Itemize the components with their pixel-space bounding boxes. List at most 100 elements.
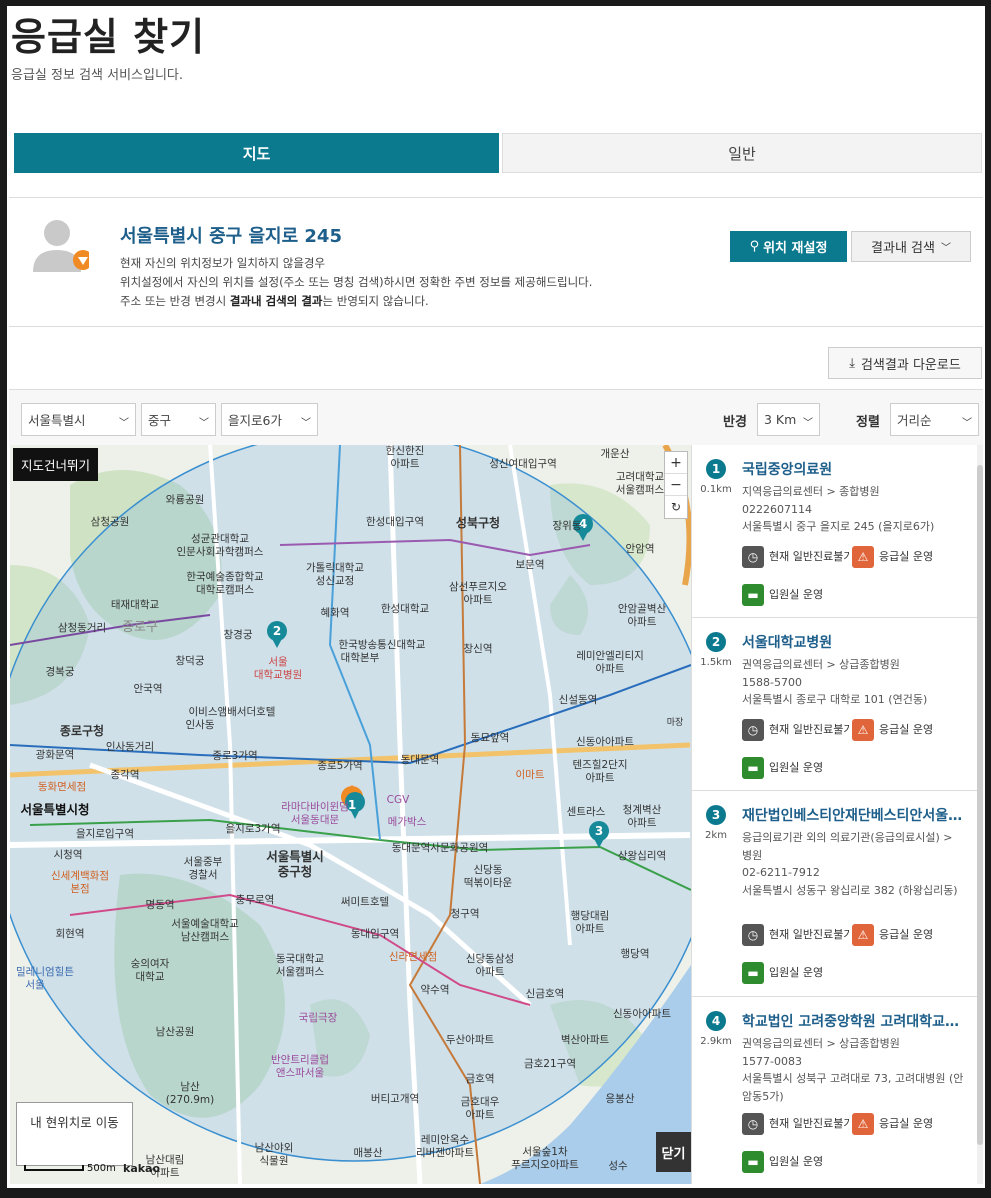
map-label: 동화면세점 bbox=[38, 781, 86, 793]
map-label: 밀레니엄힐튼 bbox=[16, 965, 74, 978]
dong-select[interactable]: 을지로6가 ﹀ bbox=[221, 403, 318, 436]
scrollbar-thumb[interactable] bbox=[977, 465, 983, 1145]
status-er: 응급실 운영 bbox=[879, 928, 934, 941]
map-label: 한국방송통신대학교 bbox=[339, 639, 426, 651]
map-label: 동대입구역 bbox=[351, 927, 399, 940]
map-label: 서울동대문 bbox=[291, 814, 340, 826]
map-label: 행당역 bbox=[621, 948, 650, 960]
city-select[interactable]: 서울특별시 ﹀ bbox=[21, 403, 136, 436]
map-canvas[interactable]: 1 2 3 4 한신한진 아파트 성신여대입구역 개운산 고려대학교 서울캠퍼스… bbox=[10, 445, 691, 1184]
map-label: 아파트 bbox=[464, 594, 493, 606]
status-er: 응급실 운영 bbox=[879, 723, 934, 736]
kakao-logo: kakao bbox=[123, 1162, 161, 1175]
map-label: 신설동역 bbox=[559, 694, 598, 706]
map-label: 동국대학교 bbox=[276, 953, 325, 965]
map-label: 응봉산 bbox=[606, 1093, 635, 1105]
map-label: 장위동 bbox=[553, 519, 582, 532]
radius-value: 3 Km bbox=[764, 412, 797, 427]
dong-value: 을지로6가 bbox=[228, 413, 282, 428]
skip-map-button[interactable]: 지도건너뛰기 bbox=[13, 448, 99, 481]
list-item[interactable]: 3 2km 재단법인베스티안재단베스티안서울병원 응급의료기관 외의 의료기관(… bbox=[692, 791, 983, 997]
status-general: 현재 일반진료불가 bbox=[769, 550, 849, 563]
list-item[interactable]: 1 0.1km 국립중앙의료원 지역응급의료센터 > 종합병원 02226071… bbox=[692, 445, 983, 618]
radius-label: 반경 bbox=[723, 415, 747, 430]
result-number: 3 bbox=[706, 805, 726, 825]
result-number: 2 bbox=[706, 632, 726, 652]
location-description: 현재 자신의 위치정보가 일치하지 않을경우 위치설정에서 자신의 위치를 설정… bbox=[120, 254, 592, 311]
close-map-button[interactable]: 닫기 bbox=[656, 1132, 691, 1172]
result-name[interactable]: 재단법인베스티안재단베스티안서울병원 bbox=[742, 805, 968, 825]
result-meta: 권역응급의료센터 > 상급종합병원 1588-5700 서울특별시 종로구 대학… bbox=[742, 656, 964, 709]
clock-icon: ◷ bbox=[742, 1113, 764, 1135]
map-label: 상왕십리역 bbox=[618, 850, 666, 862]
map-label: 남산캠퍼스 bbox=[181, 931, 230, 943]
map-label: 남산야외 bbox=[255, 1141, 294, 1154]
result-name[interactable]: 학교법인 고려중앙학원 고려대학교의과대학부속병원(안암병원) bbox=[742, 1011, 968, 1031]
tab-map[interactable]: 지도 bbox=[14, 133, 499, 173]
status-ward: 입원실 운영 bbox=[769, 761, 824, 774]
result-category: 권역응급의료센터 > 상급종합병원 bbox=[742, 658, 900, 671]
result-name[interactable]: 국립중앙의료원 bbox=[742, 459, 968, 479]
list-item[interactable]: 4 2.9km 학교법인 고려중앙학원 고려대학교의과대학부속병원(안암병원) … bbox=[692, 997, 983, 1184]
siren-icon: ⚠ bbox=[852, 719, 874, 741]
map-label: 신금호역 bbox=[526, 988, 565, 1000]
svg-text:3: 3 bbox=[595, 824, 603, 838]
map-label: 창덕궁 bbox=[176, 655, 205, 667]
map-label: 서울숲1차 bbox=[522, 1146, 568, 1158]
radius-select[interactable]: 3 Km ﹀ bbox=[757, 403, 820, 436]
search-in-results-button[interactable]: 결과내 검색 ﹀ bbox=[851, 231, 971, 262]
map-label: 서울특별시 bbox=[266, 849, 324, 864]
map-label: 을지로3가역 bbox=[226, 823, 281, 835]
map-label: 한신한진 bbox=[386, 445, 425, 457]
map-label: 아파트 bbox=[576, 923, 605, 935]
sort-select[interactable]: 거리순 ﹀ bbox=[890, 403, 979, 436]
map-label: 벽산아파트 bbox=[561, 1034, 610, 1046]
map-label: 시청역 bbox=[54, 849, 83, 861]
desc-bold: 결과내 검색의 결과 bbox=[229, 294, 323, 308]
zoom-in-button[interactable]: + bbox=[665, 452, 687, 474]
map-label: 종각역 bbox=[111, 769, 140, 781]
map-label: 광화문역 bbox=[36, 749, 75, 761]
chevron-down-icon: ﹀ bbox=[119, 418, 129, 429]
my-location-button[interactable]: 내 현위치로 이동 bbox=[16, 1102, 133, 1166]
desc-text: 주소 또는 반경 변경시 bbox=[120, 294, 230, 308]
siren-icon: ⚠ bbox=[852, 924, 874, 946]
svg-text:1: 1 bbox=[348, 798, 356, 812]
map-label: 국립극장 bbox=[299, 1011, 338, 1024]
map-view[interactable]: 1 2 3 4 한신한진 아파트 성신여대입구역 개운산 고려대학교 서울캠퍼스… bbox=[10, 445, 691, 1184]
map-label: CGV bbox=[387, 794, 410, 806]
map-label: 을지로입구역 bbox=[76, 827, 134, 840]
current-address: 서울특별시 중구 을지로 245 bbox=[120, 226, 342, 247]
status-ward: 입원실 운영 bbox=[769, 1155, 824, 1168]
list-item[interactable]: 2 1.5km 서울대학교병원 권역응급의료센터 > 상급종합병원 1588-5… bbox=[692, 618, 983, 791]
result-name[interactable]: 서울대학교병원 bbox=[742, 632, 968, 652]
map-label: 안암골벽산 bbox=[618, 603, 667, 615]
status-er: 응급실 운영 bbox=[879, 1117, 934, 1130]
result-meta: 지역응급의료센터 > 종합병원 0222607114 서울특별시 중구 을지로 … bbox=[742, 483, 964, 536]
download-results-button[interactable]: ⤓ 검색결과 다운로드 bbox=[828, 347, 982, 379]
map-label: 신라면세점 bbox=[389, 951, 437, 963]
status-general: 현재 일반진료불가 bbox=[769, 928, 849, 941]
status-general: 현재 일반진료불가 bbox=[769, 723, 849, 736]
results-scrollbar[interactable] bbox=[977, 445, 983, 1184]
map-label: (270.9m) bbox=[166, 1094, 214, 1106]
map-label: 아파트 bbox=[586, 772, 615, 784]
bed-icon: ▬ bbox=[742, 1151, 764, 1173]
map-label: 두산아파트 bbox=[446, 1034, 495, 1046]
district-select[interactable]: 중구 ﹀ bbox=[141, 403, 216, 436]
scale-label: 500m bbox=[87, 1163, 116, 1174]
page-subtitle: 응급실 정보 검색 서비스입니다. bbox=[11, 68, 184, 83]
map-label: 보문역 bbox=[516, 559, 545, 571]
map-label: 아파트 bbox=[391, 458, 420, 470]
map-label: 청구역 bbox=[451, 908, 480, 920]
map-label: 삼선푸르지오 bbox=[449, 581, 507, 593]
refresh-icon[interactable]: ↻ bbox=[665, 496, 687, 518]
user-avatar-icon bbox=[29, 216, 93, 278]
map-label: 명동역 bbox=[146, 899, 175, 911]
reset-location-button[interactable]: ⚲ 위치 재설정 bbox=[730, 231, 847, 262]
tab-general[interactable]: 일반 bbox=[502, 133, 982, 173]
zoom-out-button[interactable]: − bbox=[665, 474, 687, 496]
clock-icon: ◷ bbox=[742, 546, 764, 568]
map-label: 텐즈힐2단지 bbox=[573, 758, 628, 771]
map-label: 리버젠아파트 bbox=[416, 1147, 474, 1159]
